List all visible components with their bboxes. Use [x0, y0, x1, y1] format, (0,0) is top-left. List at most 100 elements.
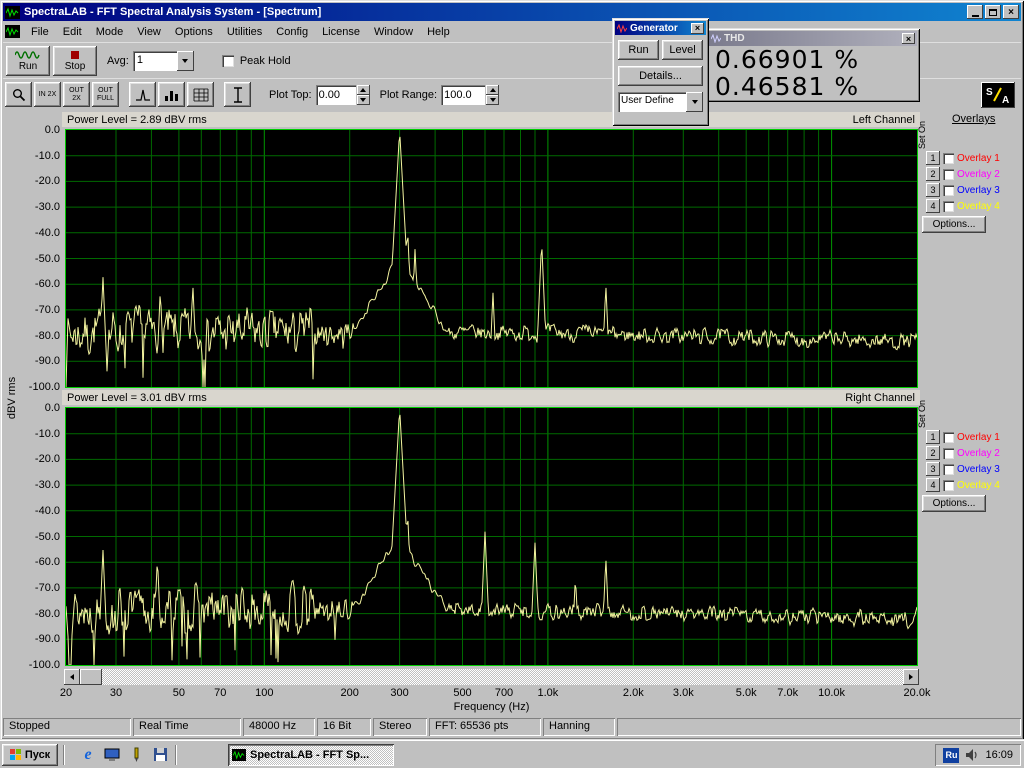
- avg-combobox[interactable]: 1: [133, 51, 194, 71]
- zoom-out-2x-button[interactable]: OUT 2X: [63, 82, 90, 107]
- speaker-icon[interactable]: [965, 748, 979, 762]
- x-tick-label: 100: [255, 687, 273, 699]
- menu-config[interactable]: Config: [269, 24, 315, 40]
- phase-view-button[interactable]: [224, 82, 251, 107]
- run-button[interactable]: Run: [6, 46, 50, 76]
- generator-preset-dropdown-button[interactable]: [686, 92, 703, 112]
- thd-close-button[interactable]: ×: [902, 33, 915, 44]
- generator-preset-value[interactable]: User Define: [618, 92, 686, 112]
- start-button[interactable]: Пуск: [2, 744, 58, 766]
- plot-top-spin-up[interactable]: [357, 85, 370, 95]
- arrow-up-icon: [360, 88, 366, 92]
- overlay-4-checkbox[interactable]: [943, 480, 954, 491]
- zoom-in-2x-button[interactable]: IN 2X: [34, 82, 61, 107]
- grid-icon: [193, 88, 209, 102]
- overlay-3-checkbox[interactable]: [943, 464, 954, 475]
- avg-value[interactable]: 1: [133, 51, 177, 71]
- menu-mode[interactable]: Mode: [89, 24, 131, 40]
- y-tick-label: -50.0: [16, 531, 60, 543]
- x-tick-label: 5.0k: [736, 687, 757, 699]
- frequency-scrollbar[interactable]: [64, 669, 919, 685]
- menu-window[interactable]: Window: [367, 24, 420, 40]
- y-tick-label: -60.0: [16, 278, 60, 290]
- minimize-icon: [972, 15, 979, 17]
- arrow-down-icon: [490, 98, 496, 102]
- histogram-view-button[interactable]: [158, 82, 185, 107]
- overlay-options-button-right[interactable]: Options...: [922, 495, 986, 512]
- windows-logo-icon: [10, 749, 22, 760]
- overlay-3-set-button[interactable]: 3: [926, 183, 940, 197]
- overlay-4-set-button[interactable]: 4: [926, 199, 940, 213]
- start-button-label: Пуск: [25, 749, 50, 761]
- plot-range-spin-up[interactable]: [486, 85, 499, 95]
- overlay-options-button-left[interactable]: Options...: [922, 216, 986, 233]
- zoom-out-full-button[interactable]: OUT FULL: [92, 82, 119, 107]
- document-icon[interactable]: [5, 25, 20, 38]
- generator-title-bar: Generator ×: [615, 21, 706, 35]
- overlay-2-checkbox[interactable]: [943, 169, 954, 180]
- quick-launch-save-icon[interactable]: [150, 745, 170, 765]
- minimize-button[interactable]: [967, 5, 983, 19]
- left-power-level: Power Level = 2.89 dBV rms: [67, 114, 207, 126]
- chevron-down-icon: [182, 59, 188, 63]
- spectrum-view-button[interactable]: [129, 82, 156, 107]
- scroll-left-button[interactable]: [64, 669, 80, 685]
- app-icon[interactable]: [5, 6, 20, 19]
- overlay-3-set-button[interactable]: 3: [926, 462, 940, 476]
- spectralab-logo-button[interactable]: S A: [981, 82, 1015, 108]
- quick-launch-desktop-icon[interactable]: [102, 745, 122, 765]
- generator-preset-combobox[interactable]: User Define: [618, 92, 703, 112]
- stop-button-label: Stop: [65, 61, 86, 72]
- plot-range-spin-down[interactable]: [486, 95, 499, 105]
- plot-top-input[interactable]: [316, 85, 356, 105]
- plot-range-input[interactable]: [441, 85, 485, 105]
- menu-edit[interactable]: Edit: [56, 24, 89, 40]
- y-tick-label: -70.0: [16, 304, 60, 316]
- overlay-1-set-button[interactable]: 1: [926, 430, 940, 444]
- sa-logo-icon: S A: [984, 85, 1012, 105]
- language-indicator[interactable]: Ru: [943, 748, 959, 763]
- overlay-2-checkbox[interactable]: [943, 448, 954, 459]
- overlay-1-checkbox[interactable]: [943, 153, 954, 164]
- thd-readout: 0.66901 % 0.46581 %: [709, 46, 917, 99]
- menu-utilities[interactable]: Utilities: [220, 24, 269, 40]
- left-channel-plot[interactable]: [65, 129, 918, 388]
- stop-button[interactable]: Stop: [53, 46, 97, 76]
- plot-top-spin-down[interactable]: [357, 95, 370, 105]
- generator-run-button[interactable]: Run: [618, 40, 659, 60]
- maximize-button[interactable]: [985, 5, 1001, 19]
- peak-hold-checkbox[interactable]: [222, 55, 234, 67]
- menu-file[interactable]: File: [24, 24, 56, 40]
- zoom-button[interactable]: [5, 82, 32, 107]
- overlay-3-checkbox[interactable]: [943, 185, 954, 196]
- task-button-label: SpectraLAB - FFT Sp...: [250, 749, 369, 761]
- overlay-2-set-button[interactable]: 2: [926, 167, 940, 181]
- overlay-2-set-button[interactable]: 2: [926, 446, 940, 460]
- menu-view[interactable]: View: [130, 24, 168, 40]
- taskbar-clock[interactable]: 16:09: [985, 749, 1013, 761]
- status-bit-depth: 16 Bit: [317, 718, 371, 736]
- menu-license[interactable]: License: [315, 24, 367, 40]
- quick-launch-ie-icon[interactable]: e: [78, 745, 98, 765]
- generator-close-button[interactable]: ×: [691, 23, 704, 34]
- close-button[interactable]: ×: [1003, 5, 1019, 19]
- y-tick-label: -90.0: [16, 633, 60, 645]
- scrollbar-thumb[interactable]: [80, 669, 102, 685]
- x-tick-label: 10.0k: [818, 687, 845, 699]
- overlay-4-set-button[interactable]: 4: [926, 478, 940, 492]
- quick-launch-pen-icon[interactable]: [126, 745, 146, 765]
- overlay-1-set-button[interactable]: 1: [926, 151, 940, 165]
- generator-details-button[interactable]: Details...: [618, 66, 703, 86]
- task-button-spectralab[interactable]: SpectraLAB - FFT Sp...: [228, 744, 394, 766]
- generator-level-button[interactable]: Level: [662, 40, 703, 60]
- menu-options[interactable]: Options: [168, 24, 220, 40]
- desktop: SpectraLAB - FFT Spectral Analysis Syste…: [0, 0, 1024, 768]
- right-channel-plot[interactable]: [65, 407, 918, 666]
- avg-dropdown-button[interactable]: [177, 51, 194, 71]
- spectrogram-view-button[interactable]: [187, 82, 214, 107]
- menu-help[interactable]: Help: [420, 24, 457, 40]
- y-tick-label: -20.0: [16, 453, 60, 465]
- scroll-right-button[interactable]: [903, 669, 919, 685]
- overlay-4-checkbox[interactable]: [943, 201, 954, 212]
- overlay-1-checkbox[interactable]: [943, 432, 954, 443]
